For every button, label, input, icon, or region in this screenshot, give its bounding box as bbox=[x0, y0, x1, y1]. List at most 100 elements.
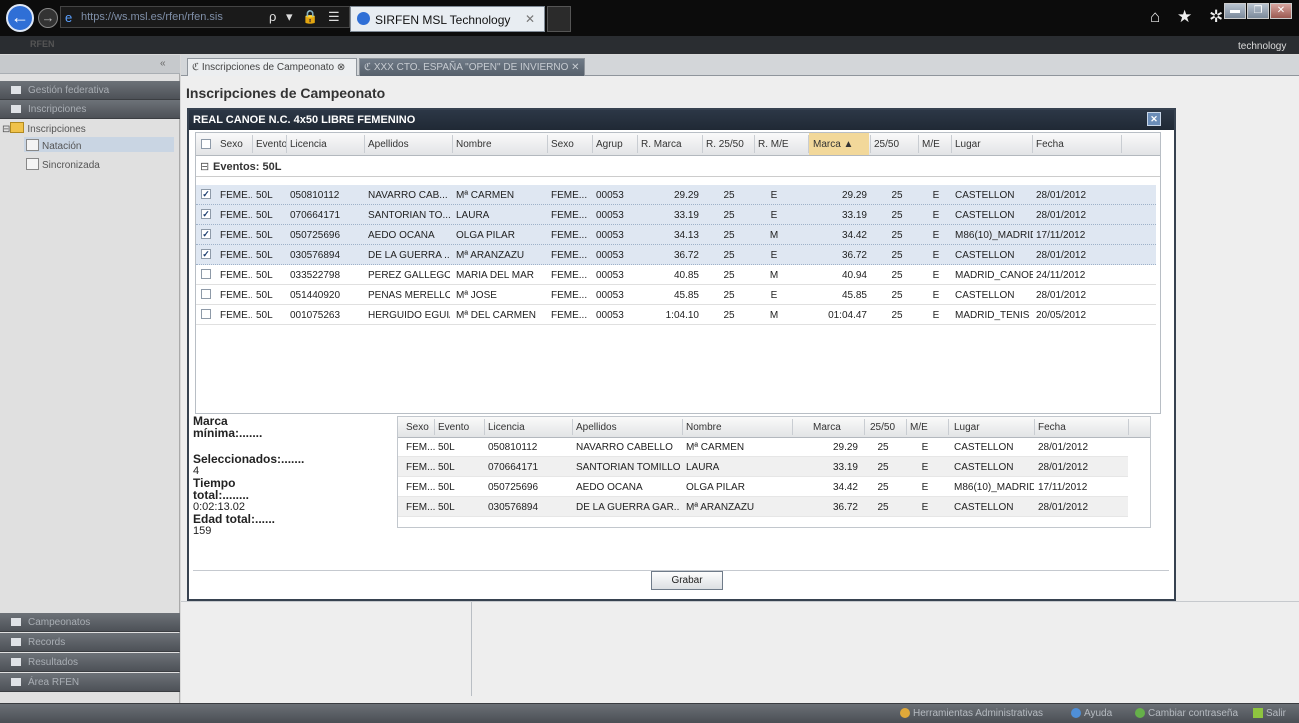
col-header[interactable]: Apellidos bbox=[368, 139, 409, 150]
cell-marca: 34.42 bbox=[832, 482, 858, 493]
col-header[interactable]: Sexo bbox=[551, 139, 574, 150]
collapse-icon[interactable]: « bbox=[160, 58, 166, 69]
table-row[interactable]: FEM... 50L 070664171 SANTORIAN TOMILLO LAUR… bbox=[398, 457, 1128, 477]
sidebar-section-area-rfen[interactable]: Área RFEN bbox=[0, 673, 180, 692]
tab-campeonato[interactable]: ℭ XXX CTO. ESPAÑA "OPEN" DE INVIERNO ✕ bbox=[359, 58, 585, 76]
col-header[interactable]: Lugar bbox=[954, 422, 980, 433]
col-header[interactable]: R. 25/50 bbox=[706, 139, 744, 150]
new-tab-button[interactable] bbox=[547, 6, 571, 32]
cell-rmarca: 36.72 bbox=[673, 250, 699, 261]
select-all-checkbox[interactable] bbox=[201, 139, 211, 149]
cell-lugar: MADRID_TENIS bbox=[955, 310, 1030, 321]
window-close-icon[interactable]: ✕ bbox=[1147, 112, 1161, 126]
cell-fecha: 28/01/2012 bbox=[1038, 502, 1089, 513]
row-checkbox[interactable] bbox=[201, 269, 211, 279]
cell-licencia: 070664171 bbox=[290, 210, 341, 221]
back-button[interactable]: ← bbox=[6, 4, 34, 32]
address-bar[interactable]: e https://ws.msl.es/rfen/rfen.sis ρ ▾ 🔒 … bbox=[60, 6, 381, 28]
browser-tab[interactable]: SIRFEN MSL Technology ✕ bbox=[350, 6, 545, 32]
col-header[interactable]: 25/50 bbox=[870, 422, 895, 433]
cell-sexo2: FEME... bbox=[551, 230, 588, 241]
minimize-button[interactable]: ▬ bbox=[1224, 3, 1246, 19]
row-checkbox[interactable]: ✓ bbox=[201, 189, 211, 199]
row-checkbox[interactable]: ✓ bbox=[201, 209, 211, 219]
col-header[interactable]: Sexo bbox=[220, 139, 243, 150]
col-header[interactable]: Marca bbox=[813, 422, 841, 433]
row-checkbox[interactable]: ✓ bbox=[201, 249, 211, 259]
col-header[interactable]: M/E bbox=[910, 422, 928, 433]
app-header: RFEN technology bbox=[0, 36, 1299, 54]
url-text[interactable]: https://ws.msl.es/rfen/rfen.sis bbox=[81, 11, 266, 23]
close-window-button[interactable]: ✕ bbox=[1270, 3, 1292, 19]
cell-agrup: 00053 bbox=[596, 190, 624, 201]
sidebar-section-label: Campeonatos bbox=[28, 617, 91, 628]
row-checkbox[interactable] bbox=[201, 309, 211, 319]
home-favorites-settings-icon[interactable]: ⌂ ★ ✲ bbox=[1150, 7, 1229, 27]
tab-close-icon[interactable]: ✕ bbox=[571, 62, 579, 73]
cell-me: E bbox=[932, 230, 940, 241]
col-header[interactable]: R. M/E bbox=[758, 139, 789, 150]
col-header[interactable]: Evento bbox=[256, 139, 287, 150]
sidebar-section-inscripciones[interactable]: Inscripciones bbox=[0, 100, 180, 119]
table-row[interactable]: FEME... 50L 001075263 HERGUIDO EGUIA Mª DEL … bbox=[196, 305, 1156, 325]
table-row[interactable]: ✓ FEME... 50L 050725696 AEDO OCAÑA OLGA PILAR… bbox=[196, 225, 1156, 245]
col-header[interactable]: M/E bbox=[922, 139, 940, 150]
col-header[interactable]: Fecha bbox=[1036, 139, 1064, 150]
tree-toggle-icon[interactable]: ⊟ bbox=[2, 124, 10, 135]
tree-item-sincronizada[interactable]: Sincronizada bbox=[26, 158, 100, 171]
group-header-row[interactable]: ⊟ Eventos: 50L bbox=[196, 158, 1160, 177]
cell-evento: 50L bbox=[256, 270, 273, 281]
cell-lugar: CASTELLON bbox=[954, 502, 1014, 513]
table-row[interactable]: ✓ FEME... 50L 050810112 NAVARRO CAB... Mª CAR… bbox=[196, 185, 1156, 205]
row-checkbox[interactable] bbox=[201, 289, 211, 299]
table-row[interactable]: ✓ FEME... 50L 070664171 SANTORIAN TO... LAURA… bbox=[196, 205, 1156, 225]
sidebar: « Gestión federativa Inscripciones ⊟ Insc… bbox=[0, 55, 180, 703]
col-header[interactable]: Lugar bbox=[955, 139, 981, 150]
table-row[interactable]: FEM... 50L 050725696 AEDO OCAÑA OLGA PILAR 3… bbox=[398, 477, 1128, 497]
change-password-link[interactable]: Cambiar contraseña bbox=[1135, 708, 1238, 719]
col-header[interactable]: Apellidos bbox=[576, 422, 617, 433]
col-header[interactable]: R. Marca bbox=[641, 139, 682, 150]
col-header[interactable]: Fecha bbox=[1038, 422, 1066, 433]
table-row[interactable]: FEM... 50L 030576894 DE LA GUERRA GAR... Mª… bbox=[398, 497, 1128, 517]
window-titlebar[interactable]: REAL CANOE N.C. 4x50 LIBRE FEMENINO ✕ bbox=[189, 110, 1174, 130]
col-header[interactable]: Nombre bbox=[456, 139, 492, 150]
col-header[interactable]: Nombre bbox=[686, 422, 722, 433]
group-toggle-icon[interactable]: ⊟ bbox=[200, 160, 209, 173]
admin-tools-link[interactable]: Herramientas Administrativas bbox=[900, 708, 1043, 719]
tab-close-icon[interactable]: ⊗ bbox=[337, 62, 345, 73]
tree-root-inscripciones[interactable]: ⊟ Inscripciones bbox=[2, 122, 86, 135]
table-row[interactable]: FEME... 50L 051440920 PEÑAS MERELLO Mª JOSE F… bbox=[196, 285, 1156, 305]
table-row[interactable]: FEM... 50L 050810112 NAVARRO CABELLO Mª CAR… bbox=[398, 437, 1128, 457]
sidebar-section-campeonatos[interactable]: Campeonatos bbox=[0, 613, 180, 632]
col-header[interactable]: Licencia bbox=[488, 422, 525, 433]
tree-item-natacion[interactable]: Natación bbox=[26, 139, 81, 152]
help-icon bbox=[1071, 708, 1081, 718]
col-header[interactable]: Licencia bbox=[290, 139, 327, 150]
table-row[interactable]: FEME... 50L 033522798 PEREZ GALLEGO MARIA DE… bbox=[196, 265, 1156, 285]
selected-swimmers-grid: Sexo Evento Licencia Apellidos Nombre Ma… bbox=[397, 416, 1151, 528]
col-divider bbox=[754, 135, 755, 153]
save-button[interactable]: Grabar bbox=[651, 571, 723, 590]
sidebar-section-resultados[interactable]: Resultados bbox=[0, 653, 180, 672]
browser-tab-close-icon[interactable]: ✕ bbox=[525, 12, 535, 26]
sidebar-section-records[interactable]: Records bbox=[0, 633, 180, 652]
cell-sexo: FEME... bbox=[220, 250, 252, 261]
cell-sexo: FEME... bbox=[220, 290, 252, 301]
col-header[interactable]: Agrup bbox=[596, 139, 623, 150]
col-header-sorted[interactable]: Marca ▲ bbox=[813, 139, 853, 150]
table-row[interactable]: ✓ FEME... 50L 030576894 DE LA GUERRA ... Mª A… bbox=[196, 245, 1156, 265]
help-link[interactable]: Ayuda bbox=[1071, 708, 1112, 719]
tab-inscripciones[interactable]: ℭ Inscripciones de Campeonato ⊗ bbox=[187, 58, 357, 76]
row-checkbox[interactable]: ✓ bbox=[201, 229, 211, 239]
cell-m2550: 25 bbox=[877, 462, 889, 473]
col-header[interactable]: Evento bbox=[438, 422, 469, 433]
forward-button[interactable]: → bbox=[38, 8, 58, 28]
selected-grid-header: Sexo Evento Licencia Apellidos Nombre Ma… bbox=[398, 417, 1150, 438]
sidebar-section-gestion[interactable]: Gestión federativa bbox=[0, 81, 180, 100]
logout-link[interactable]: Salir bbox=[1253, 708, 1286, 719]
col-header[interactable]: Sexo bbox=[406, 422, 429, 433]
col-header[interactable]: 25/50 bbox=[874, 139, 899, 150]
cell-licencia: 033522798 bbox=[290, 270, 341, 281]
maximize-button[interactable]: ❐ bbox=[1247, 3, 1269, 19]
